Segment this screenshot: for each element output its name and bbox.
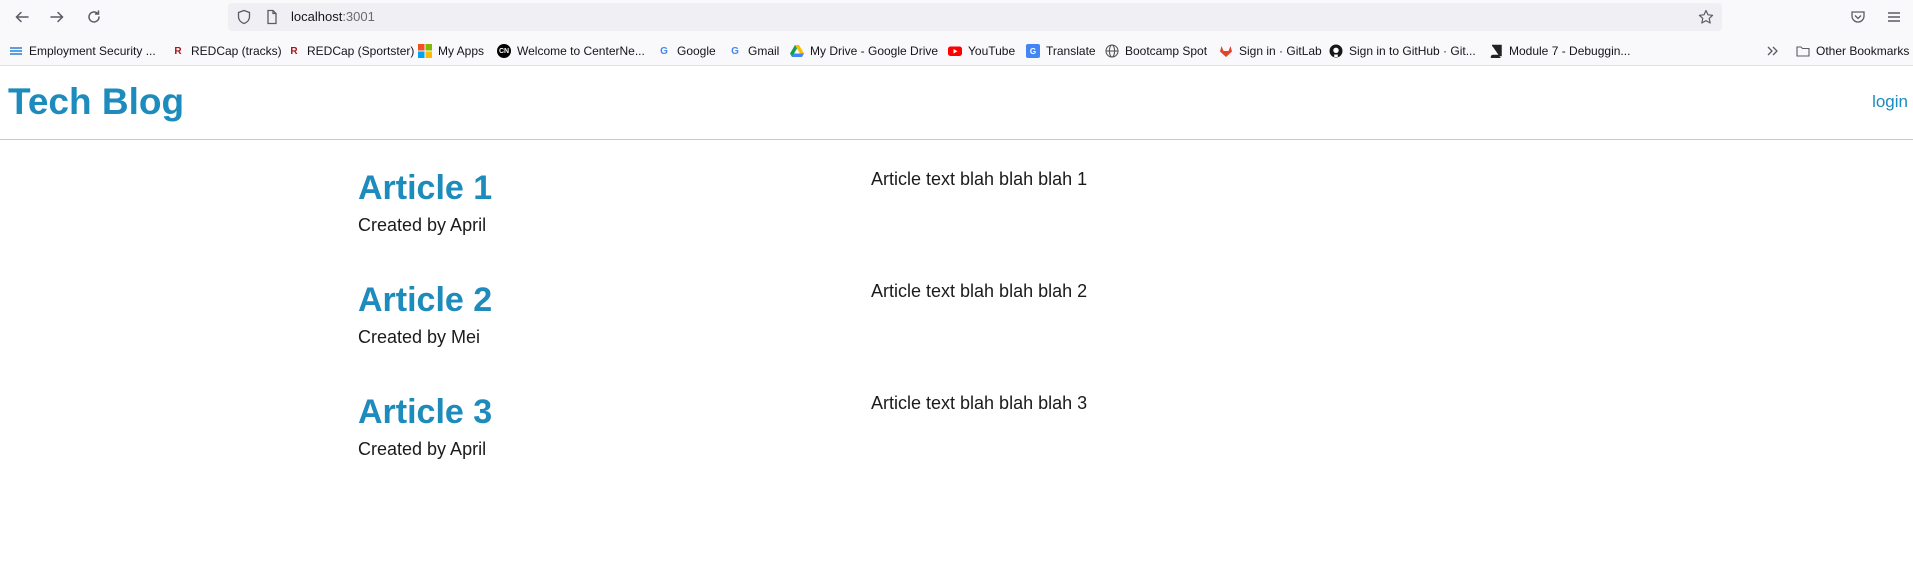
github-icon bbox=[1329, 44, 1343, 58]
article-item: Article 1 Created by April Article text … bbox=[358, 169, 1558, 269]
youtube-icon bbox=[948, 44, 962, 58]
forward-arrow-icon bbox=[50, 11, 64, 23]
other-bookmarks-label: Other Bookmarks bbox=[1816, 44, 1910, 58]
article-title[interactable]: Article 1 bbox=[358, 169, 492, 208]
gitlab-icon bbox=[1219, 44, 1233, 58]
bookmark-youtube[interactable]: YouTube bbox=[948, 42, 1015, 60]
page-icon[interactable] bbox=[264, 9, 280, 25]
menu-icon[interactable] bbox=[1886, 9, 1902, 25]
bookmark-label: YouTube bbox=[968, 44, 1016, 58]
article-author: Created by April bbox=[358, 215, 487, 235]
translate-icon: G bbox=[1026, 44, 1040, 58]
google-icon: G bbox=[731, 45, 739, 57]
bookmark-google[interactable]: G Google bbox=[657, 42, 716, 60]
globe-icon bbox=[1105, 44, 1119, 58]
bookmark-label: My Drive - Google Drive bbox=[810, 44, 939, 58]
redcap-icon: R bbox=[174, 45, 182, 57]
article-title[interactable]: Article 2 bbox=[358, 281, 492, 320]
bookmarks-bar: Employment Security ... R REDCap (tracks… bbox=[0, 34, 1913, 66]
star-bookmark-icon[interactable] bbox=[1698, 9, 1714, 25]
bookmark-label: Gmail bbox=[748, 44, 780, 58]
login-link[interactable]: login bbox=[1872, 92, 1908, 112]
folder-icon bbox=[1796, 44, 1810, 58]
bookmark-my-apps[interactable]: My Apps bbox=[418, 42, 484, 60]
article-body: Article text blah blah blah 3 bbox=[871, 393, 1088, 413]
pocket-icon[interactable] bbox=[1850, 9, 1866, 25]
bookmarks-overflow-button[interactable] bbox=[1766, 42, 1786, 60]
bookmark-label: REDCap (Sportster) bbox=[307, 44, 415, 58]
bookmark-github[interactable]: Sign in to GitHub · Git... bbox=[1329, 42, 1476, 60]
bookmark-translate[interactable]: G Translate bbox=[1026, 42, 1096, 60]
url-text[interactable]: localhost:3001 bbox=[291, 9, 375, 24]
reload-button[interactable] bbox=[80, 3, 108, 31]
bookmark-bootcamp-spot[interactable]: Bootcamp Spot bbox=[1105, 42, 1207, 60]
bookmark-gmail[interactable]: G Gmail bbox=[728, 42, 779, 60]
bookmark-label: Sign in to GitHub · Git... bbox=[1349, 44, 1476, 58]
bookmark-label: Sign in · GitLab bbox=[1239, 44, 1322, 58]
bookmark-label: Bootcamp Spot bbox=[1125, 44, 1208, 58]
redcap-icon: R bbox=[290, 45, 298, 57]
url-bar[interactable]: localhost:3001 bbox=[228, 3, 1722, 31]
url-host: localhost bbox=[291, 9, 343, 24]
double-chevron-right-icon bbox=[1766, 44, 1780, 58]
browser-toolbar: localhost:3001 bbox=[0, 0, 1913, 34]
bookmark-label: Employment Security ... bbox=[29, 44, 156, 58]
back-arrow-icon bbox=[15, 11, 29, 23]
other-bookmarks-button[interactable]: Other Bookmarks bbox=[1796, 42, 1909, 60]
cn-icon: CN bbox=[497, 44, 511, 58]
article-item: Article 2 Created by Mei Article text bl… bbox=[358, 281, 1558, 381]
article-title[interactable]: Article 3 bbox=[358, 393, 492, 432]
bookmark-redcap-sportster[interactable]: R REDCap (Sportster) bbox=[287, 42, 414, 60]
reload-icon bbox=[88, 10, 100, 23]
site-title[interactable]: Tech Blog bbox=[8, 81, 184, 123]
article-author: Created by Mei bbox=[358, 327, 481, 347]
bookmark-employment-security[interactable]: Employment Security ... bbox=[9, 42, 156, 60]
bookmark-centernet[interactable]: CN Welcome to CenterNe... bbox=[497, 42, 645, 60]
bookmark-label: Google bbox=[677, 44, 716, 58]
bookmark-label: Module 7 - Debuggin... bbox=[1509, 44, 1631, 58]
bookmark-label: REDCap (tracks) bbox=[191, 44, 282, 58]
url-port: :3001 bbox=[342, 9, 375, 24]
bookmark-gitlab[interactable]: Sign in · GitLab bbox=[1219, 42, 1322, 60]
bookmark-google-drive[interactable]: My Drive - Google Drive bbox=[790, 42, 938, 60]
article-body: Article text blah blah blah 2 bbox=[871, 281, 1088, 301]
book-icon bbox=[1489, 44, 1503, 58]
bookmark-label: My Apps bbox=[438, 44, 485, 58]
article-item: Article 3 Created by April Article text … bbox=[358, 393, 1558, 493]
bookmark-module-7[interactable]: Module 7 - Debuggin... bbox=[1489, 42, 1630, 60]
bookmark-label: Translate bbox=[1046, 44, 1096, 58]
microsoft-icon bbox=[418, 44, 432, 58]
shield-icon[interactable] bbox=[236, 9, 252, 25]
article-body: Article text blah blah blah 1 bbox=[871, 169, 1088, 189]
article-author: Created by April bbox=[358, 439, 487, 459]
site-header: Tech Blog login bbox=[0, 66, 1913, 140]
drive-icon bbox=[790, 44, 804, 58]
bookmark-redcap-tracks[interactable]: R REDCap (tracks) bbox=[171, 42, 282, 60]
bookmark-label: Welcome to CenterNe... bbox=[517, 44, 645, 58]
back-button[interactable] bbox=[8, 3, 36, 31]
forward-button[interactable] bbox=[43, 3, 71, 31]
google-icon: G bbox=[660, 45, 668, 57]
es-icon bbox=[9, 44, 23, 58]
